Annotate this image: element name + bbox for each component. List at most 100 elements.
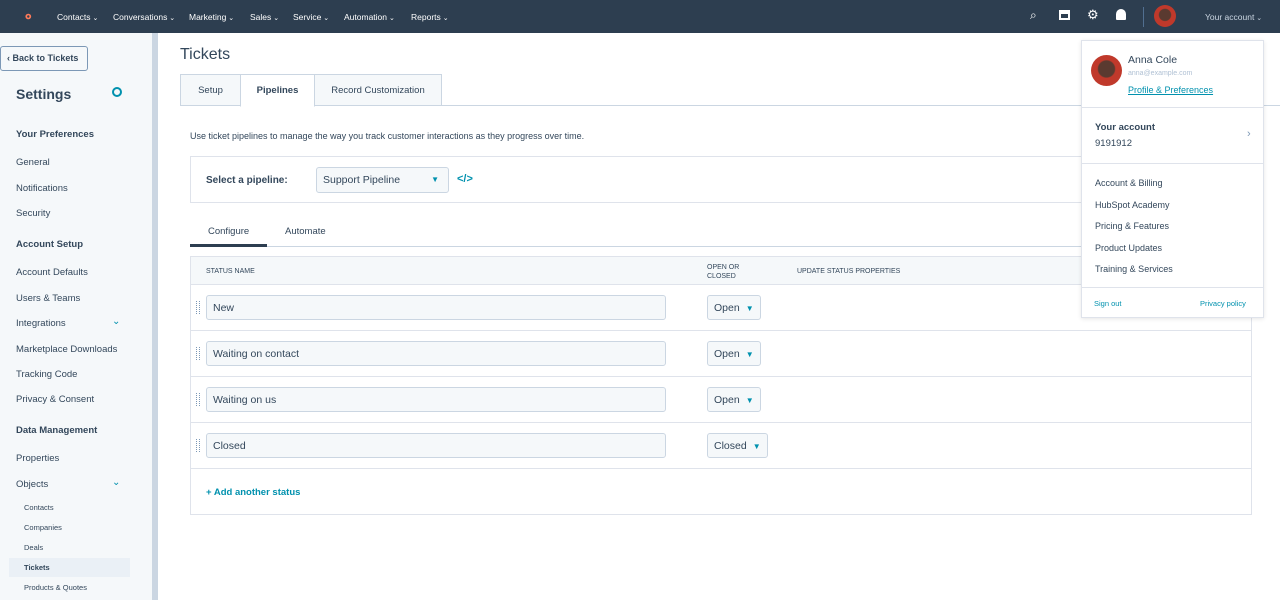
your-account-menu[interactable]: Your account <box>1205 12 1262 22</box>
active-subtab-indicator <box>190 244 267 247</box>
tab-setup[interactable]: Setup <box>180 74 241 106</box>
sidebar-item-users-teams[interactable]: Users & Teams <box>16 293 80 304</box>
subtab-configure[interactable]: Configure <box>208 226 249 237</box>
embed-code-icon[interactable]: </> <box>457 173 473 185</box>
sidebar-item-general[interactable]: General <box>16 157 50 168</box>
add-another-status-button[interactable]: + Add another status <box>206 487 300 498</box>
sidebar-item-objects[interactable]: Objects <box>16 479 48 490</box>
sidebar-item-integrations[interactable]: Integrations <box>16 318 66 329</box>
status-name-input[interactable]: New <box>206 295 666 320</box>
status-name-input[interactable]: Waiting on contact <box>206 341 666 366</box>
settings-title: Settings <box>16 86 72 102</box>
nav-contacts[interactable]: Contacts <box>57 12 98 22</box>
add-status-label: Add another status <box>213 487 301 498</box>
table-row: Closed Closed ▼ <box>190 423 1252 469</box>
state-value: Open <box>714 348 740 360</box>
notifications-bell-icon[interactable] <box>1116 9 1126 20</box>
sidebar-item-contacts[interactable]: Contacts <box>24 503 54 512</box>
divider <box>1082 287 1263 288</box>
sidebar-item-privacy-consent[interactable]: Privacy & Consent <box>16 394 94 405</box>
divider <box>1082 163 1263 164</box>
subtab-automate[interactable]: Automate <box>285 226 326 237</box>
open-closed-select[interactable]: Open ▼ <box>707 295 761 320</box>
menu-link-product-updates[interactable]: Product Updates <box>1095 243 1162 253</box>
caret-down-icon: ▼ <box>431 175 439 184</box>
sidebar-item-deals[interactable]: Deals <box>24 543 43 552</box>
drag-handle-icon[interactable] <box>196 439 200 452</box>
search-icon[interactable]: ⌕ <box>1030 8 1037 23</box>
nav-reports[interactable]: Reports <box>411 12 449 22</box>
hubspot-logo[interactable]: ⚬ <box>22 8 35 26</box>
chevron-down-icon[interactable]: ⌄ <box>112 316 120 327</box>
state-value: Open <box>714 394 740 406</box>
privacy-policy-link[interactable]: Privacy policy <box>1200 299 1246 308</box>
your-account-item[interactable]: Your account 9191912 › <box>1082 108 1263 163</box>
sidebar-item-tickets[interactable]: Tickets <box>24 563 50 572</box>
sidebar-item-security[interactable]: Security <box>16 208 50 219</box>
menu-link-training-services[interactable]: Training & Services <box>1095 264 1173 274</box>
tab-pipelines[interactable]: Pipelines <box>240 74 315 107</box>
pipeline-value: Support Pipeline <box>323 174 401 186</box>
nav-service[interactable]: Service <box>293 12 329 22</box>
tab-record-customization[interactable]: Record Customization <box>314 74 442 106</box>
settings-gear-icon[interactable]: ⚙ <box>1087 7 1099 23</box>
menu-link-pricing-features[interactable]: Pricing & Features <box>1095 221 1169 231</box>
state-value: Closed <box>714 440 747 452</box>
top-navigation: ⚬ Contacts Conversations Marketing Sales Ser… <box>0 0 1280 33</box>
account-dropdown: Anna Cole anna@example.com Profile & Pre… <box>1081 40 1264 318</box>
table-row: Waiting on us Open ▼ <box>190 377 1252 423</box>
menu-link-hubspot-academy[interactable]: HubSpot Academy <box>1095 200 1170 210</box>
caret-down-icon: ▼ <box>752 442 761 451</box>
nav-conversations[interactable]: Conversations <box>113 12 175 22</box>
user-name: Anna Cole <box>1128 54 1178 66</box>
col-open-closed: OPEN OR CLOSED <box>707 264 740 280</box>
sidebar-item-data-management: Data Management <box>16 425 98 436</box>
your-account-label: Your account <box>1095 122 1155 133</box>
sidebar-item-your-preferences: Your Preferences <box>16 129 94 140</box>
drag-handle-icon[interactable] <box>196 393 200 406</box>
pipeline-select[interactable]: Support Pipeline ▼ <box>316 167 449 193</box>
caret-down-icon: ▼ <box>745 396 754 405</box>
open-closed-select[interactable]: Open ▼ <box>707 387 761 412</box>
chevron-down-icon[interactable]: ⌄ <box>112 477 120 488</box>
divider <box>1143 7 1144 27</box>
marketplace-icon[interactable] <box>1059 10 1070 20</box>
sign-out-link[interactable]: Sign out <box>1094 299 1122 308</box>
col-update-status-properties: UPDATE STATUS PROPERTIES <box>797 268 901 275</box>
pipeline-label: Select a pipeline: <box>206 175 288 186</box>
description: Use ticket pipelines to manage the way y… <box>190 131 585 141</box>
sidebar-item-account-setup: Account Setup <box>16 239 84 250</box>
sidebar-item-tracking-code[interactable]: Tracking Code <box>16 369 77 380</box>
sidebar-scrollbar[interactable] <box>152 33 158 600</box>
settings-sidebar: ‹ Back to Tickets Settings Your Preferen… <box>0 33 152 600</box>
nav-marketing[interactable]: Marketing <box>189 12 234 22</box>
back-label: Back to Tickets <box>12 53 79 63</box>
caret-down-icon: ▼ <box>745 304 754 313</box>
profile-preferences-link[interactable]: Profile & Preferences <box>1128 85 1213 95</box>
status-name-input[interactable]: Waiting on us <box>206 387 666 412</box>
settings-search-icon[interactable] <box>112 87 122 97</box>
drag-handle-icon[interactable] <box>196 301 200 314</box>
nav-automation[interactable]: Automation <box>344 12 395 22</box>
chevron-right-icon: › <box>1247 128 1251 140</box>
sidebar-item-companies[interactable]: Companies <box>24 523 62 532</box>
avatar[interactable] <box>1154 5 1176 27</box>
sidebar-item-notifications[interactable]: Notifications <box>16 183 68 194</box>
menu-link-account-billing[interactable]: Account & Billing <box>1095 178 1163 188</box>
dropdown-avatar <box>1091 55 1122 86</box>
sidebar-item-marketplace-downloads[interactable]: Marketplace Downloads <box>16 344 117 355</box>
page-title: Tickets <box>180 46 231 63</box>
back-to-tickets-button[interactable]: ‹ Back to Tickets <box>0 46 88 71</box>
open-closed-select[interactable]: Closed ▼ <box>707 433 768 458</box>
sidebar-item-account-defaults[interactable]: Account Defaults <box>16 267 88 278</box>
sidebar-item-products-quotes[interactable]: Products & Quotes <box>24 583 87 592</box>
sidebar-item-properties[interactable]: Properties <box>16 453 59 464</box>
status-name-input[interactable]: Closed <box>206 433 666 458</box>
drag-handle-icon[interactable] <box>196 347 200 360</box>
table-row: Waiting on contact Open ▼ <box>190 331 1252 377</box>
nav-sales[interactable]: Sales <box>250 12 279 22</box>
open-closed-select[interactable]: Open ▼ <box>707 341 761 366</box>
state-value: Open <box>714 302 740 314</box>
plus-icon: + <box>206 487 214 498</box>
col-status-name: STATUS NAME <box>206 268 255 275</box>
